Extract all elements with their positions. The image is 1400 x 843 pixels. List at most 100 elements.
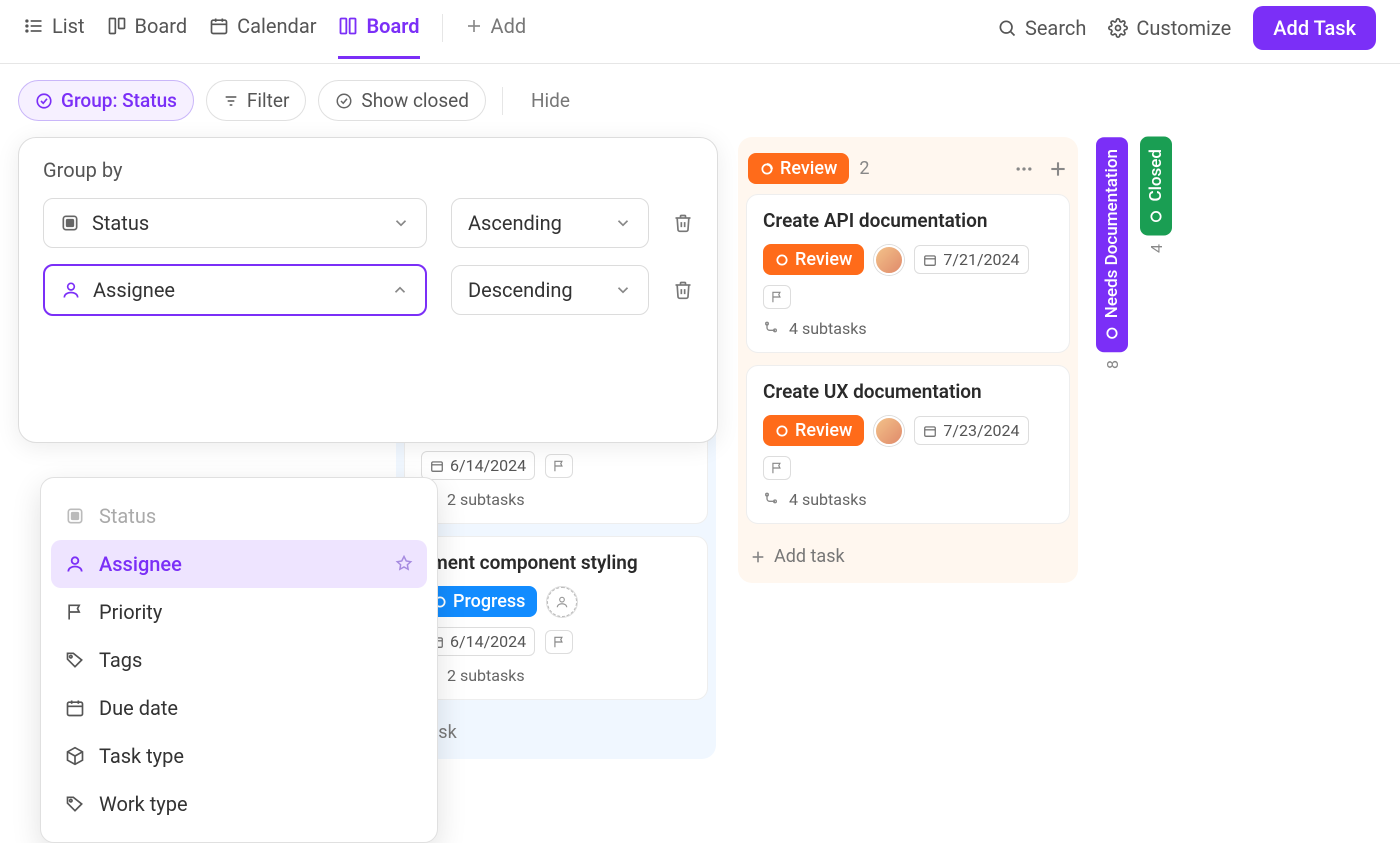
list-icon bbox=[24, 16, 44, 36]
board-alt-icon bbox=[338, 16, 358, 36]
hide-action[interactable]: Hide bbox=[531, 89, 570, 112]
delete-group-row-1[interactable] bbox=[673, 280, 693, 300]
chevron-down-icon bbox=[614, 214, 632, 232]
filter-icon bbox=[223, 93, 239, 109]
tab-label: Board bbox=[366, 14, 419, 38]
filter-separator bbox=[502, 87, 503, 115]
priority-flag-chip[interactable] bbox=[763, 285, 791, 309]
status-pill-review: Review bbox=[763, 415, 864, 446]
box-icon bbox=[65, 746, 85, 766]
group-order-select-1[interactable]: Descending bbox=[451, 265, 649, 315]
column-review: Review 2 Create API documentation bbox=[738, 137, 1078, 583]
search-label: Search bbox=[1025, 16, 1086, 40]
status-icon bbox=[65, 506, 85, 526]
status-pill-review: Review bbox=[763, 244, 864, 275]
check-circle-icon bbox=[35, 92, 53, 110]
dropdown-option-priority[interactable]: Priority bbox=[51, 588, 427, 636]
tab-list[interactable]: List bbox=[24, 14, 85, 59]
tab-calendar[interactable]: Calendar bbox=[209, 14, 316, 59]
dropdown-option-task-type[interactable]: Task type bbox=[51, 732, 427, 780]
due-date-chip[interactable]: 7/21/2024 bbox=[914, 245, 1028, 274]
customize-label: Customize bbox=[1136, 16, 1231, 40]
filter-bar: Group: Status Filter Show closed Hide bbox=[0, 64, 1400, 137]
show-closed-chip[interactable]: Show closed bbox=[318, 80, 486, 121]
column-in-progress-peek: Progress 6/14/2024 2 subtasks bbox=[396, 397, 716, 759]
check-circle-icon bbox=[335, 92, 353, 110]
chevron-up-icon bbox=[391, 281, 409, 299]
dropdown-option-due-date[interactable]: Due date bbox=[51, 684, 427, 732]
add-task-button[interactable]: Add Task bbox=[1253, 6, 1376, 50]
status-pill-review: Review bbox=[748, 153, 849, 184]
more-icon[interactable] bbox=[1014, 159, 1034, 179]
group-row-0: Status Ascending bbox=[43, 198, 693, 248]
tab-add-view[interactable]: Add bbox=[465, 14, 527, 59]
tab-label: Calendar bbox=[237, 14, 316, 38]
nav-separator bbox=[442, 14, 443, 42]
tab-label: Add bbox=[491, 14, 527, 38]
dropdown-option-status[interactable]: Status bbox=[51, 492, 427, 540]
column-closed-collapsed[interactable]: Closed 4 bbox=[1140, 137, 1172, 583]
group-field-select-0[interactable]: Status bbox=[43, 198, 427, 248]
top-nav: List Board Calendar Board Add bbox=[0, 0, 1400, 64]
show-closed-label: Show closed bbox=[361, 89, 469, 112]
tag-icon bbox=[65, 650, 85, 670]
assignee-avatar[interactable] bbox=[874, 416, 904, 446]
task-card[interactable]: Create API documentation Review 7/21/202… bbox=[746, 194, 1070, 353]
plus-icon[interactable] bbox=[1048, 159, 1068, 179]
group-by-panel: Group by Status Ascending bbox=[18, 137, 718, 443]
board-icon bbox=[107, 16, 127, 36]
tab-board-1[interactable]: Board bbox=[107, 14, 188, 59]
column-count: 2 bbox=[859, 158, 869, 179]
subtasks-count: 2 subtasks bbox=[421, 666, 691, 685]
due-date-chip[interactable]: 6/14/2024 bbox=[421, 627, 535, 656]
add-task-row[interactable]: Add task bbox=[746, 536, 1070, 577]
user-icon bbox=[65, 554, 85, 574]
user-icon bbox=[61, 280, 81, 300]
assignee-empty-icon[interactable] bbox=[547, 587, 577, 617]
column-count: 8 bbox=[1099, 356, 1126, 373]
group-chip-label: Group: Status bbox=[61, 89, 177, 112]
due-date-chip[interactable]: 7/23/2024 bbox=[914, 416, 1028, 445]
dropdown-option-assignee[interactable]: Assignee bbox=[51, 540, 427, 588]
card-title: ement component styling bbox=[421, 551, 691, 574]
group-chip[interactable]: Group: Status bbox=[18, 80, 194, 121]
column-count: 4 bbox=[1143, 240, 1170, 257]
task-card[interactable]: Create UX documentation Review 7/23/2024 bbox=[746, 365, 1070, 524]
pin-icon bbox=[395, 555, 413, 573]
priority-flag-chip[interactable] bbox=[545, 454, 573, 478]
group-field-dropdown: Status Assignee Priority Tags bbox=[40, 477, 438, 843]
gear-icon bbox=[1108, 18, 1128, 38]
group-field-select-1[interactable]: Assignee bbox=[43, 264, 427, 316]
customize-action[interactable]: Customize bbox=[1108, 16, 1231, 40]
subtasks-count: 4 subtasks bbox=[763, 319, 1053, 338]
chevron-down-icon bbox=[392, 214, 410, 232]
add-task-row[interactable]: d task bbox=[404, 712, 708, 753]
chevron-down-icon bbox=[614, 281, 632, 299]
calendar-icon bbox=[209, 16, 229, 36]
priority-flag-chip[interactable] bbox=[763, 456, 791, 480]
group-row-1: Assignee Descending bbox=[43, 264, 693, 316]
group-by-title: Group by bbox=[43, 158, 693, 182]
calendar-icon bbox=[65, 698, 85, 718]
status-pill-in-progress: Progress bbox=[421, 586, 537, 617]
flag-icon bbox=[65, 602, 85, 622]
card-title: Create API documentation bbox=[763, 209, 1053, 232]
search-action[interactable]: Search bbox=[997, 16, 1086, 40]
tag-icon bbox=[65, 794, 85, 814]
column-needs-documentation-collapsed[interactable]: Needs Documentation 8 bbox=[1096, 137, 1128, 583]
assignee-avatar[interactable] bbox=[874, 245, 904, 275]
priority-flag-chip[interactable] bbox=[545, 630, 573, 654]
tab-board-2[interactable]: Board bbox=[338, 14, 419, 59]
tab-label: List bbox=[52, 14, 85, 38]
due-date-chip[interactable]: 6/14/2024 bbox=[421, 451, 535, 480]
tab-label: Board bbox=[135, 14, 188, 38]
delete-group-row-0[interactable] bbox=[673, 213, 693, 233]
task-card[interactable]: ement component styling Progress 6/14/20… bbox=[404, 536, 708, 700]
search-icon bbox=[997, 18, 1017, 38]
dropdown-option-tags[interactable]: Tags bbox=[51, 636, 427, 684]
dropdown-option-work-type[interactable]: Work type bbox=[51, 780, 427, 828]
group-order-select-0[interactable]: Ascending bbox=[451, 198, 649, 248]
filter-chip[interactable]: Filter bbox=[206, 80, 306, 121]
status-icon bbox=[60, 213, 80, 233]
subtasks-count: 2 subtasks bbox=[421, 490, 691, 509]
